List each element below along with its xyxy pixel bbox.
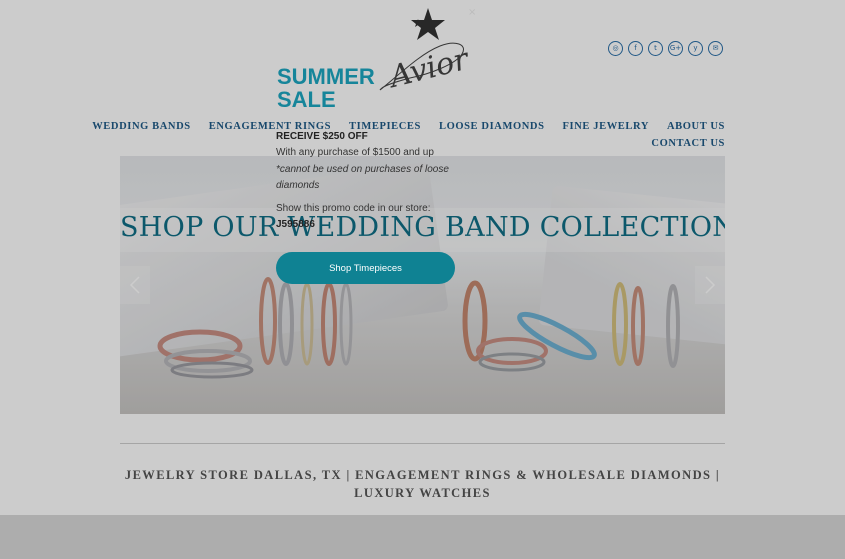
promo-show-code-text: Show this promo code in our store: [276, 203, 431, 214]
promo-code: J595886 [276, 219, 315, 230]
shop-timepieces-button[interactable]: Shop Timepieces [276, 252, 455, 284]
promo-title: SUMMER SALE [277, 64, 375, 112]
promo-receive: RECEIVE $250 OFF [276, 131, 368, 142]
promo-condition: With any purchase of $1500 and up [276, 147, 434, 158]
promo-note: *cannot be used on purchases of loose di… [276, 164, 449, 191]
close-icon[interactable]: × [468, 7, 476, 18]
